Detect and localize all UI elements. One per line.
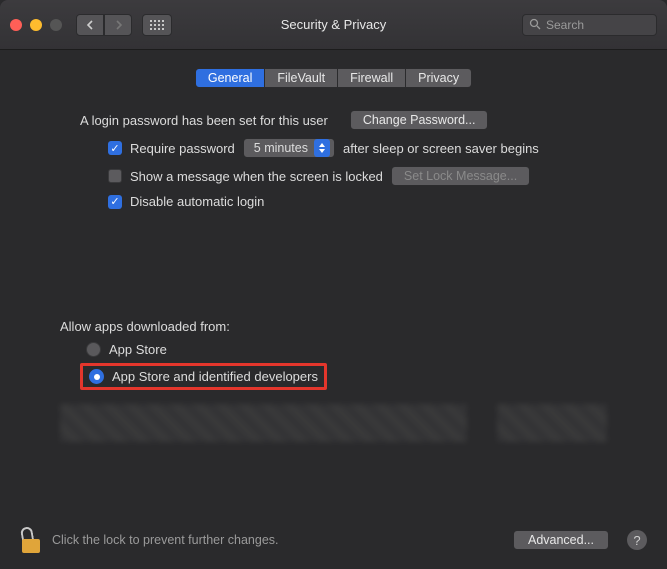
lock-hint-text: Click the lock to prevent further change… [52, 533, 503, 547]
stepper-icon [314, 139, 330, 157]
change-password-button[interactable]: Change Password... [350, 110, 489, 130]
advanced-button[interactable]: Advanced... [513, 530, 609, 550]
allow-apps-heading: Allow apps downloaded from: [60, 319, 637, 334]
forward-button [104, 14, 132, 36]
search-icon [529, 18, 541, 32]
back-button[interactable] [76, 14, 104, 36]
allow-apps-section: Allow apps downloaded from: App Store Ap… [30, 319, 637, 442]
password-set-text: A login password has been set for this u… [80, 113, 328, 128]
set-lock-message-button: Set Lock Message... [391, 166, 530, 186]
require-password-delay-value: 5 minutes [254, 141, 308, 155]
show-message-checkbox[interactable] [108, 169, 122, 183]
search-field[interactable] [522, 14, 657, 36]
login-section: A login password has been set for this u… [30, 110, 637, 209]
nav-back-forward [76, 14, 132, 36]
redacted-block [60, 404, 467, 442]
search-input[interactable] [546, 18, 650, 32]
radio-app-store[interactable] [86, 342, 101, 357]
content-area: General FileVault Firewall Privacy A log… [0, 50, 667, 527]
tab-bar: General FileVault Firewall Privacy [30, 68, 637, 88]
close-icon[interactable] [10, 19, 22, 31]
help-button[interactable]: ? [627, 530, 647, 550]
tab-filevault[interactable]: FileVault [265, 68, 338, 88]
require-password-after-label: after sleep or screen saver begins [343, 141, 539, 156]
require-password-checkbox[interactable]: ✓ [108, 141, 122, 155]
footer: Click the lock to prevent further change… [0, 527, 667, 569]
tab-privacy[interactable]: Privacy [406, 68, 472, 88]
lock-button[interactable] [20, 527, 42, 553]
window-controls [10, 19, 62, 31]
titlebar: Security & Privacy [0, 0, 667, 50]
disable-auto-login-label: Disable automatic login [130, 194, 264, 209]
highlight-box: App Store and identified developers [80, 363, 327, 390]
grid-icon [150, 20, 164, 30]
tab-general[interactable]: General [195, 68, 265, 88]
require-password-label: Require password [130, 141, 235, 156]
require-password-delay-select[interactable]: 5 minutes [243, 138, 335, 158]
chevron-right-icon [114, 20, 123, 30]
security-privacy-window: Security & Privacy General FileVault Fir… [0, 0, 667, 569]
chevron-left-icon [86, 20, 95, 30]
redacted-row [60, 404, 607, 442]
show-all-button[interactable] [142, 14, 172, 36]
show-message-label: Show a message when the screen is locked [130, 169, 383, 184]
disable-auto-login-checkbox[interactable]: ✓ [108, 195, 122, 209]
maximize-icon [50, 19, 62, 31]
minimize-icon[interactable] [30, 19, 42, 31]
lock-body-icon [22, 539, 40, 553]
radio-app-store-label: App Store [109, 342, 167, 357]
radio-identified-developers-label: App Store and identified developers [112, 369, 318, 384]
radio-identified-developers[interactable] [89, 369, 104, 384]
redacted-block [497, 404, 607, 442]
tab-firewall[interactable]: Firewall [338, 68, 406, 88]
